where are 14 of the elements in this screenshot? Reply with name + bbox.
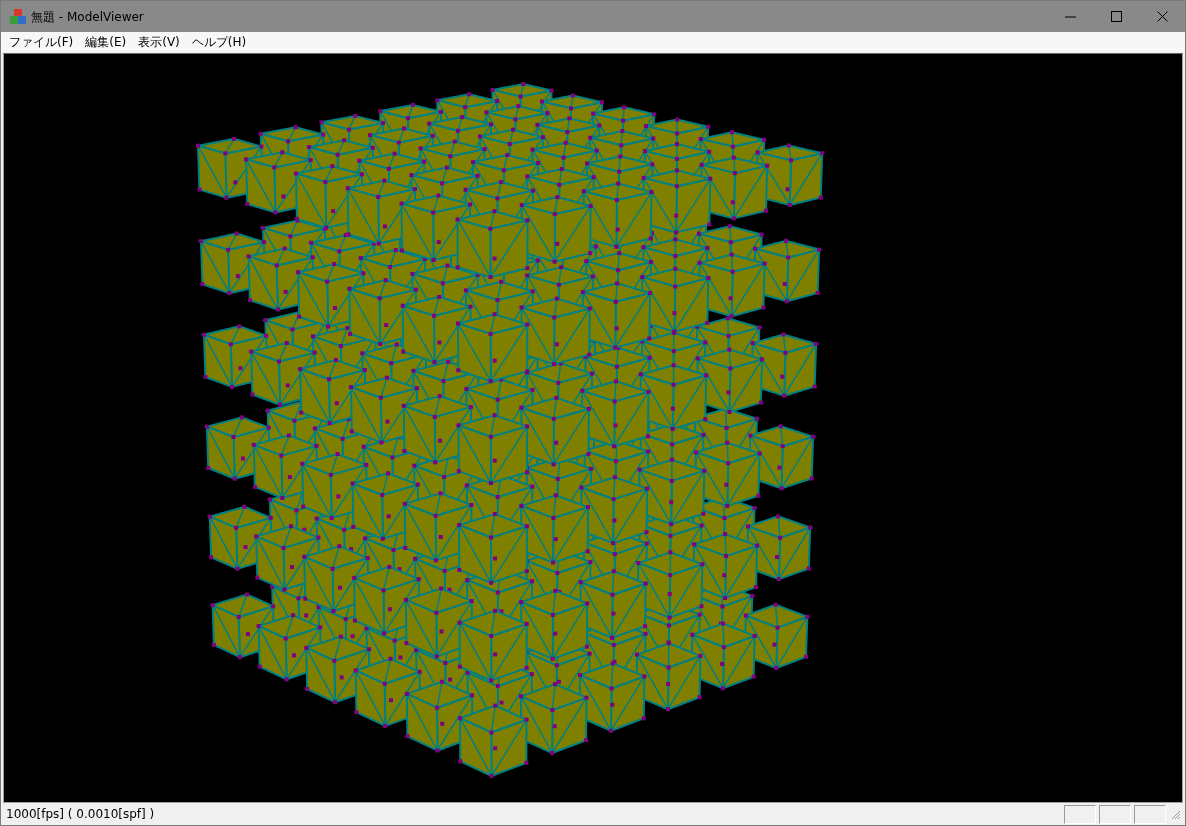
status-pane <box>1099 804 1131 824</box>
resize-grip-icon <box>1169 808 1181 820</box>
app-icon <box>9 7 27 26</box>
menu-item[interactable]: 表示(V) <box>133 33 187 51</box>
status-pane <box>1134 804 1166 824</box>
status-pane <box>1064 804 1096 824</box>
maximize-icon <box>1110 11 1122 22</box>
close-icon <box>1156 11 1168 22</box>
window-title: 無題 - ModelViewer <box>31 8 144 26</box>
menu-item[interactable]: ヘルプ(H) <box>186 33 254 51</box>
minimize-icon <box>1064 15 1076 18</box>
status-text: 1000[fps] ( 0.0010[spf] ) <box>5 806 156 823</box>
menu-item[interactable]: 編集(E) <box>80 33 134 51</box>
menu-item[interactable]: ファイル(F) <box>4 33 81 51</box>
